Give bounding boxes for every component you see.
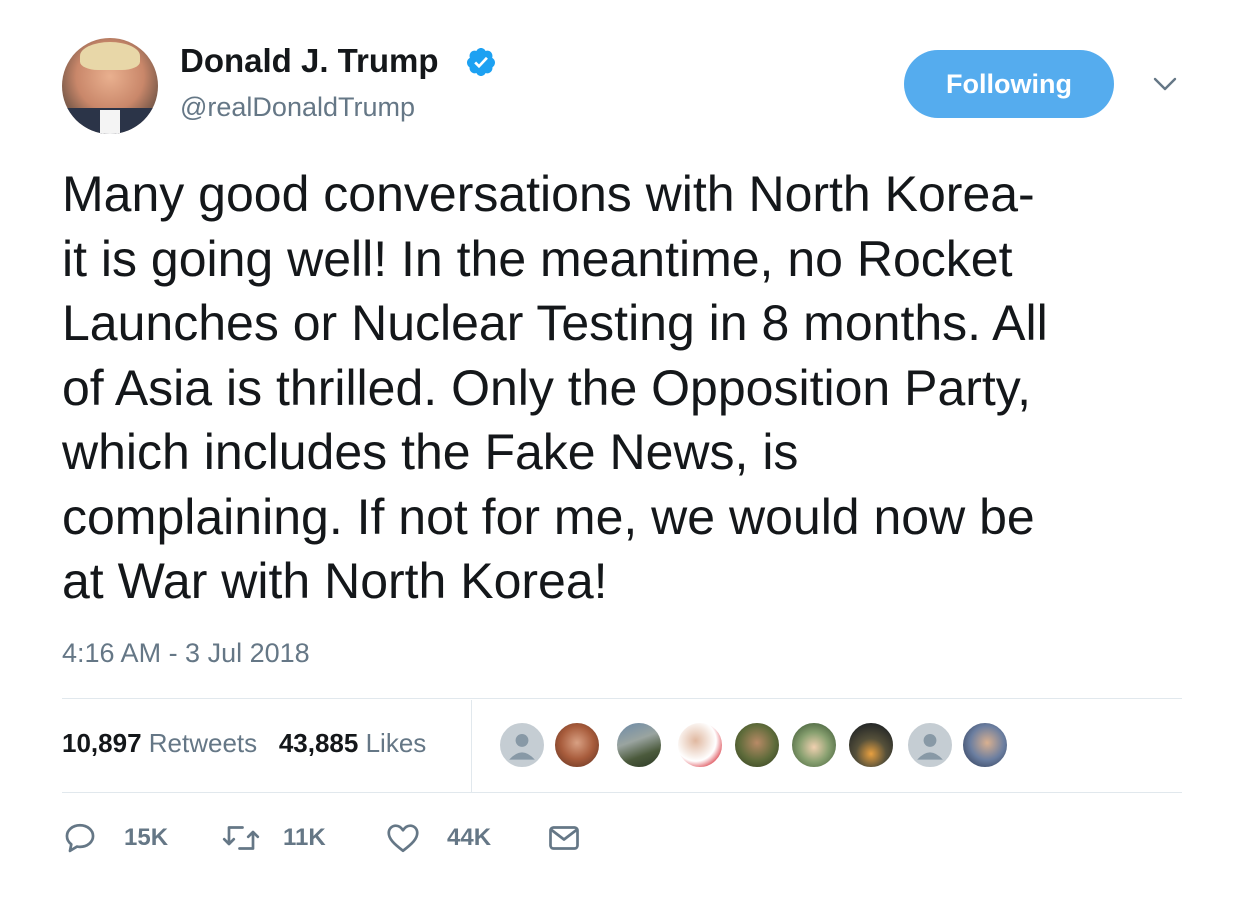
reply-button[interactable]: 15K [62, 816, 168, 860]
verified-badge-icon [466, 48, 495, 76]
heart-icon [387, 824, 419, 853]
liker-avatar[interactable] [553, 721, 601, 769]
stats-separator [471, 700, 472, 792]
author-name[interactable]: Donald J. Trump [180, 42, 439, 80]
liker-avatar[interactable] [790, 721, 838, 769]
tweet-line: Many good conversations with North Korea… [62, 166, 1035, 222]
liker-avatar[interactable] [961, 721, 1009, 769]
avatar-hair [80, 42, 140, 70]
following-button[interactable]: Following [904, 50, 1114, 118]
retweet-icon [222, 826, 260, 850]
tweet-line: it is going well! In the meantime, no Ro… [62, 230, 1013, 287]
retweets-label: Retweets [148, 728, 258, 758]
tweet-text: Many good conversations with North Korea… [62, 162, 1202, 614]
author-avatar[interactable] [62, 38, 158, 134]
tweet-timestamp[interactable]: 4:16 AM - 3 Jul 2018 [62, 638, 310, 669]
tweet-line: at War with North Korea! [62, 553, 608, 609]
default-avatar-icon[interactable] [906, 721, 954, 769]
tweet-line: Launches or Nuclear Testing in 8 months.… [62, 295, 1048, 351]
author-handle[interactable]: @realDonaldTrump [180, 92, 415, 123]
liker-avatar[interactable] [615, 721, 663, 769]
like-button[interactable]: 44K [385, 816, 491, 860]
retweet-count: 11K [283, 824, 326, 851]
likes-stat[interactable]: 43,885 Likes [279, 728, 426, 758]
reply-count: 15K [124, 824, 169, 851]
like-count: 44K [447, 824, 492, 851]
retweets-count: 10,897 [62, 728, 142, 758]
mail-icon [549, 826, 579, 850]
default-avatar-icon[interactable] [498, 721, 546, 769]
chevron-down-icon[interactable] [1152, 74, 1178, 94]
divider [62, 698, 1182, 699]
retweet-button[interactable]: 11K [221, 816, 326, 860]
likes-label: Likes [365, 728, 427, 758]
liker-avatar[interactable] [676, 721, 724, 769]
tweet-stats: 10,897 Retweets 43,885 Likes [62, 728, 426, 759]
tweet-line: which includes the Fake News, is [62, 424, 799, 480]
tweet-line: complaining. If not for me, we would now… [62, 488, 1035, 545]
retweets-stat[interactable]: 10,897 Retweets [62, 728, 257, 758]
divider [62, 792, 1182, 793]
liker-avatar[interactable] [733, 721, 781, 769]
liker-avatar[interactable] [847, 721, 895, 769]
tweet-line: of Asia is thrilled. Only the Opposition… [62, 359, 1031, 416]
likes-count: 43,885 [278, 728, 359, 758]
direct-message-button[interactable] [546, 816, 582, 860]
reply-icon [65, 823, 95, 853]
avatar-shirt [100, 110, 120, 134]
